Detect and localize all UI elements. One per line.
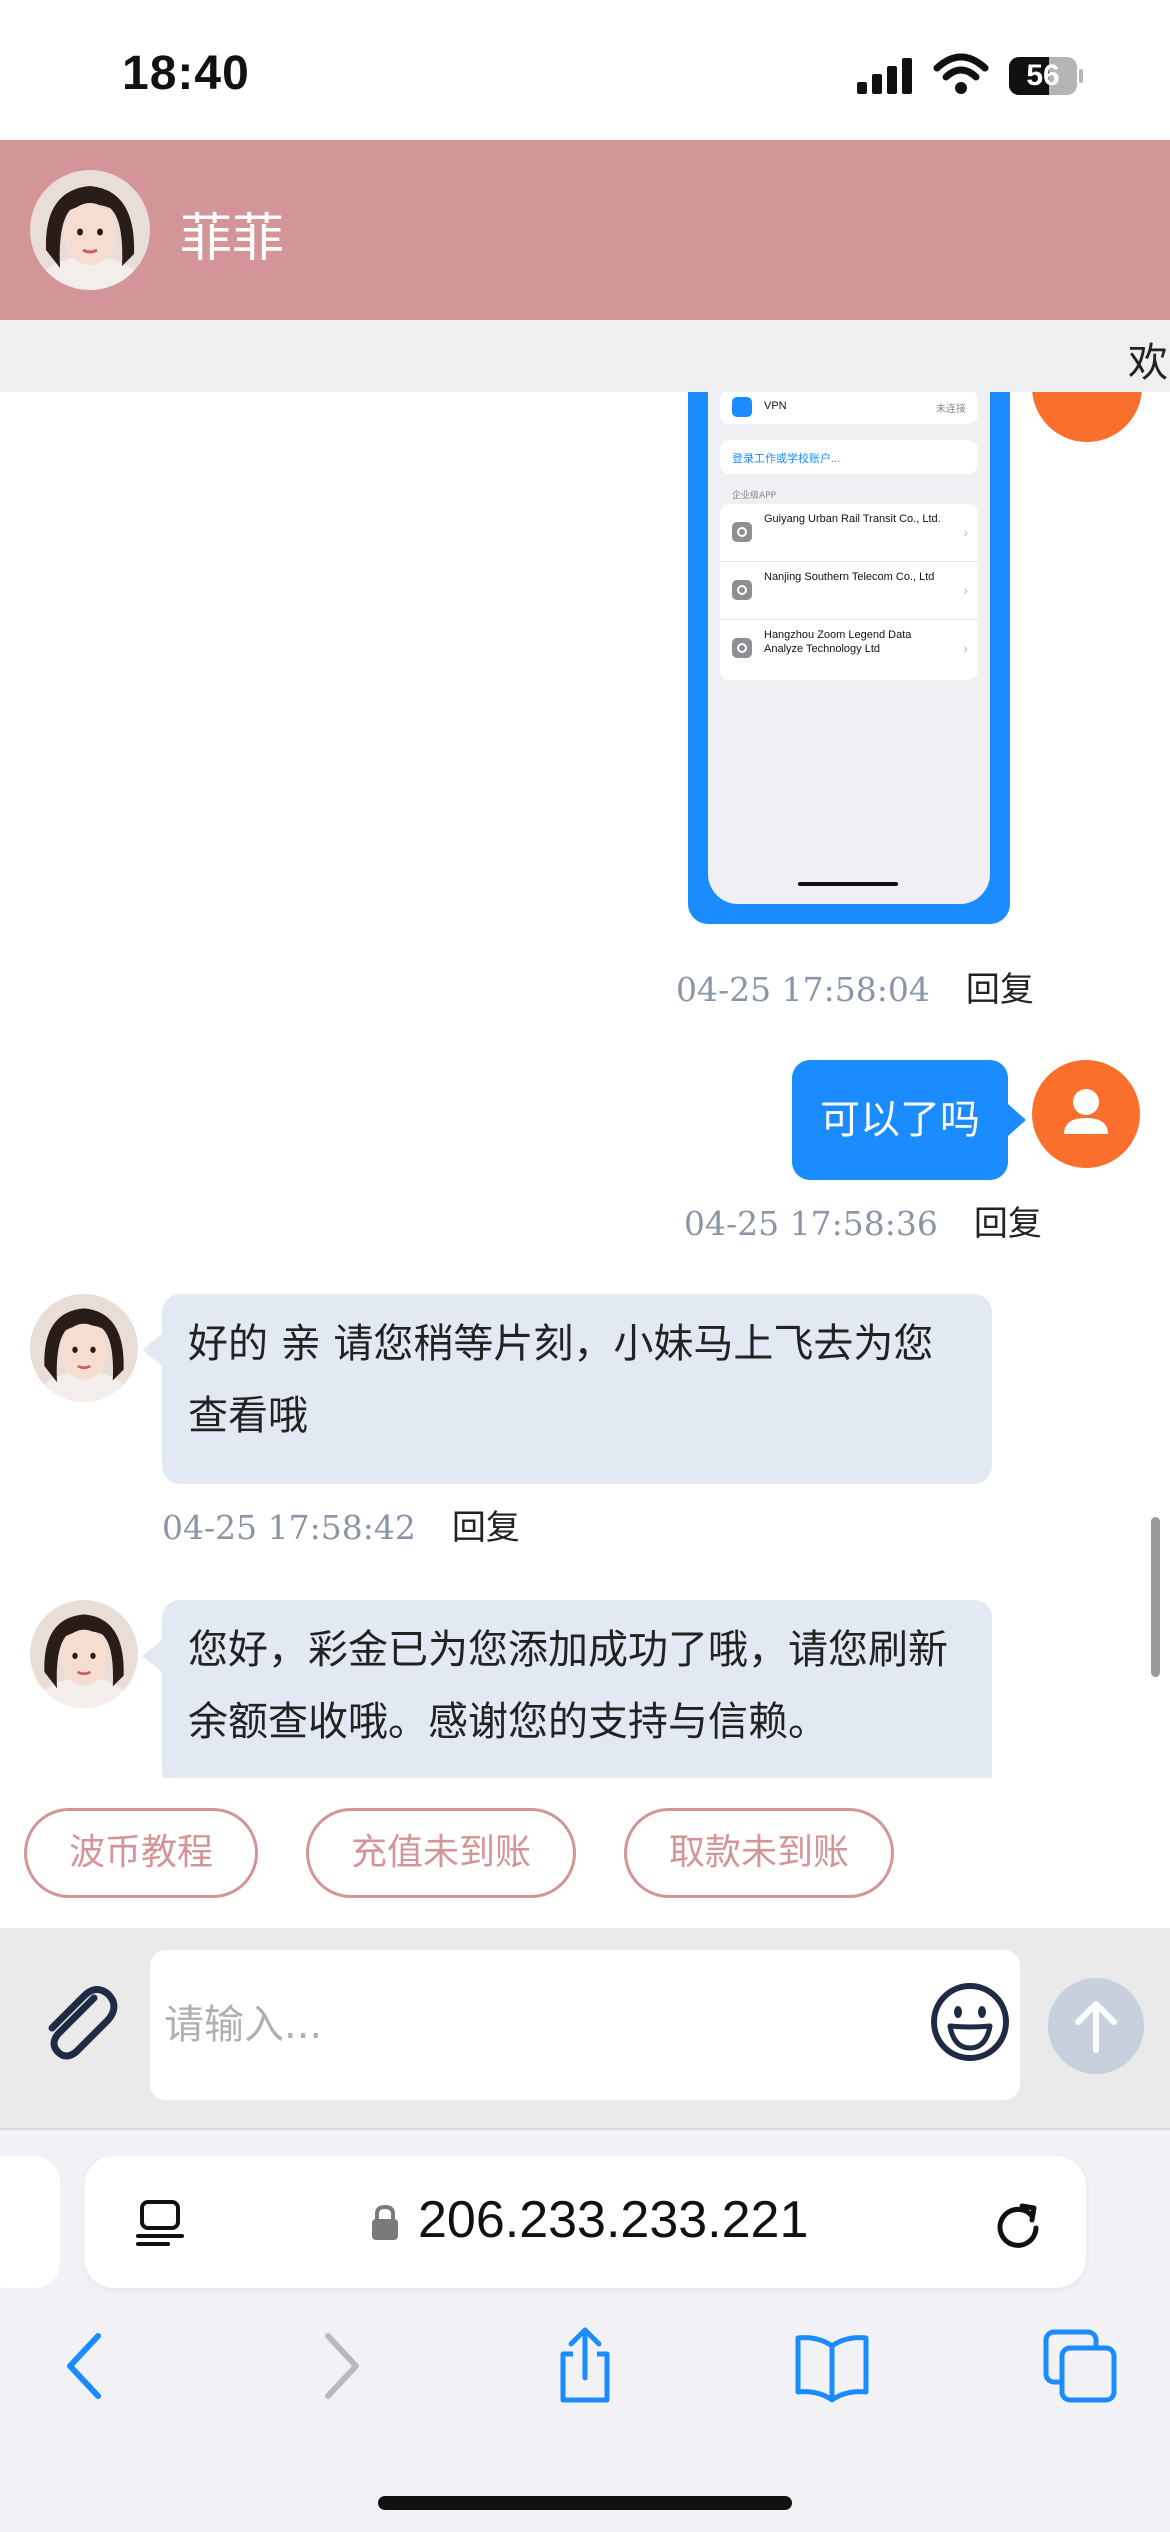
share-icon[interactable] (545, 2326, 625, 2406)
message-input-box (150, 1950, 1020, 2100)
composer (0, 1928, 1170, 2128)
message-time: 04-25 17:58:04 (676, 970, 930, 1009)
enterprise-app-item: Guiyang Urban Rail Transit Co., Ltd. › (720, 504, 978, 562)
gear-icon (732, 638, 752, 658)
user-avatar (1032, 392, 1142, 442)
user-message-bubble[interactable]: 可以了吗 (792, 1060, 1026, 1180)
quick-reply-chip[interactable]: 波币教程 (24, 1808, 258, 1898)
app-name: Hangzhou Zoom Legend Data Analyze Techno… (764, 629, 912, 655)
message-list[interactable]: VPN 未连接 登录工作或学校账户... 企业级APP Guiyang Urba… (0, 392, 1170, 1778)
vpn-row: VPN 未连接 (720, 392, 978, 424)
battery-icon: 56 (1008, 56, 1084, 96)
user-avatar (1032, 1060, 1140, 1168)
agent-avatar (30, 1294, 138, 1402)
agent-avatar (30, 1600, 138, 1708)
enterprise-app-item: Hangzhou Zoom Legend Data Analyze Techno… (720, 620, 978, 678)
message-meta: 04-25 17:58:42 回复 (162, 1500, 520, 1549)
app-name: Guiyang Urban Rail Transit Co., Ltd. (764, 513, 941, 525)
quick-reply-chip[interactable]: 取款未到账 (624, 1808, 894, 1898)
message-time: 04-25 17:58:42 (162, 1508, 416, 1547)
previous-tab-peek[interactable] (0, 2156, 60, 2288)
status-time: 18:40 (122, 47, 250, 100)
screenshot-home-indicator (798, 882, 898, 886)
battery-level: 56 (1026, 59, 1060, 92)
contact-name: 菲菲 (180, 209, 285, 269)
enterprise-app-list: Guiyang Urban Rail Transit Co., Ltd. › N… (720, 504, 978, 680)
agent-message-bubble[interactable]: 您好，彩金已为您添加成功了哦，请您刷新余额查收哦。感谢您的支持与信赖。 (142, 1600, 992, 1778)
lock-icon (372, 2204, 398, 2240)
person-icon (1064, 1089, 1108, 1134)
vpn-status: 未连接 (936, 404, 966, 415)
image-message[interactable]: VPN 未连接 登录工作或学校账户... 企业级APP Guiyang Urba… (688, 392, 1010, 924)
url-text: 206.233.233.221 (418, 2191, 809, 2249)
page-menu-icon[interactable] (134, 2196, 186, 2248)
tabs-icon[interactable] (1040, 2326, 1120, 2406)
vpn-label: VPN (764, 400, 787, 412)
contact-avatar[interactable] (30, 170, 150, 290)
back-icon[interactable] (48, 2326, 128, 2406)
wifi-icon (933, 53, 989, 94)
paperclip-icon[interactable] (32, 1978, 122, 2068)
home-indicator (378, 2496, 792, 2510)
message-meta: 04-25 17:58:04 回复 (676, 962, 1034, 1011)
announcement-text: 欢 (1128, 340, 1168, 386)
message-meta: 04-25 17:58:36 回复 (684, 1196, 1042, 1245)
status-bar: 18:40 56 (0, 0, 1170, 140)
message-time: 04-25 17:58:36 (684, 1204, 938, 1243)
message-input[interactable] (164, 1980, 904, 2070)
quick-reply-chip[interactable]: 充值未到账 (306, 1808, 576, 1898)
chevron-right-icon: › (963, 582, 968, 598)
app-name: Nanjing Southern Telecom Co., Ltd (764, 571, 935, 583)
browser-toolbar: 206.233.233.221 (0, 2128, 1170, 2532)
scrollbar[interactable] (1151, 1517, 1160, 1677)
screenshot-content: VPN 未连接 登录工作或学校账户... 企业级APP Guiyang Urba… (708, 392, 990, 904)
bookmarks-icon[interactable] (792, 2326, 872, 2406)
enterprise-app-item: Nanjing Southern Telecom Co., Ltd › (720, 562, 978, 620)
vpn-icon (732, 397, 752, 417)
reply-link[interactable]: 回复 (974, 1204, 1042, 1244)
chevron-right-icon: › (963, 524, 968, 540)
reply-link[interactable]: 回复 (966, 970, 1034, 1010)
reload-icon[interactable] (990, 2196, 1046, 2252)
forward-icon[interactable] (298, 2326, 378, 2406)
gear-icon (732, 522, 752, 542)
announcement-bar: 欢 (0, 320, 1170, 392)
quick-reply-bar: 波币教程 充值未到账 取款未到账 (0, 1778, 1170, 1928)
send-button[interactable] (1048, 1978, 1144, 2074)
agent-message-bubble[interactable]: 好的 亲 请您稍等片刻，小妹马上飞去为您查看哦 (142, 1294, 992, 1484)
gear-icon (732, 580, 752, 600)
arrow-up-icon (1075, 2001, 1117, 2053)
login-work-account-link: 登录工作或学校账户... (720, 440, 978, 474)
chevron-right-icon: › (963, 640, 968, 656)
cellular-signal-icon (857, 58, 912, 94)
reply-link[interactable]: 回复 (452, 1508, 520, 1548)
address-bar[interactable]: 206.233.233.221 (84, 2156, 1086, 2288)
emoji-icon[interactable] (928, 1980, 1012, 2064)
chat-header: 菲菲 (0, 140, 1170, 320)
section-title: 企业级APP (732, 491, 777, 501)
